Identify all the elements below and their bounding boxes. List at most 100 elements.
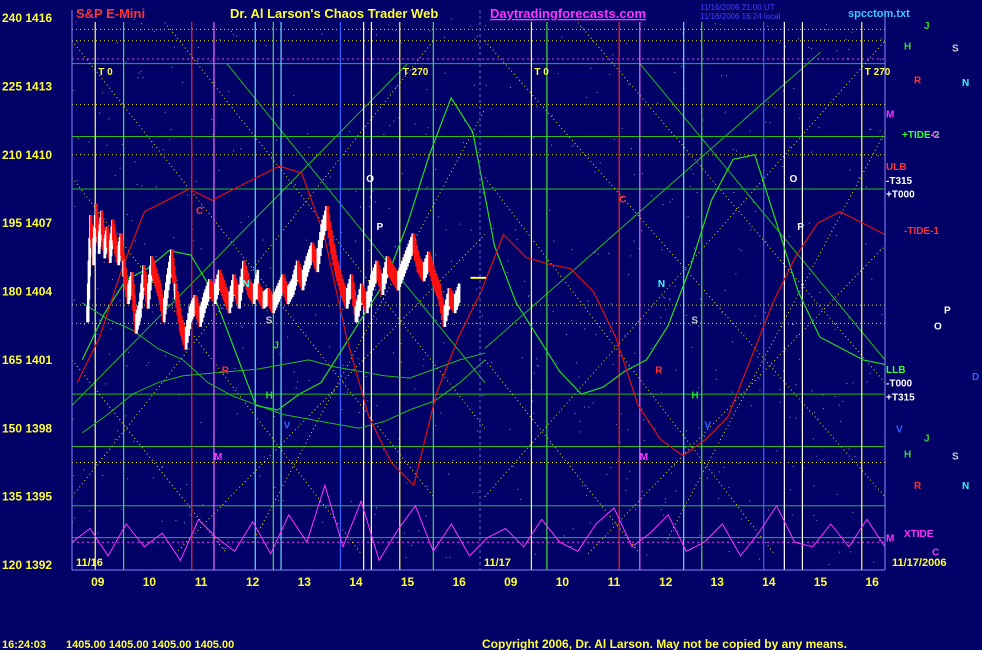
planet-annotation: O [790, 174, 798, 185]
star-dot [880, 249, 882, 251]
star-dot [536, 106, 538, 108]
star-dot [669, 201, 671, 203]
star-dot [200, 248, 202, 250]
star-dot [641, 173, 643, 175]
timestamp-ut: 11/16/2006 21:00 UT [700, 3, 775, 12]
star-dot [865, 243, 867, 245]
star-dot [176, 279, 178, 281]
star-dot [236, 35, 238, 37]
star-dot [735, 273, 737, 275]
star-dot [463, 142, 464, 143]
star-dot [330, 176, 331, 178]
star-dot [808, 222, 810, 224]
star-dot [848, 317, 850, 319]
star-dot [435, 168, 436, 170]
star-dot [276, 140, 277, 141]
star-dot [818, 127, 820, 129]
star-dot [845, 39, 847, 41]
star-dot [664, 297, 665, 299]
star-dot [586, 495, 588, 497]
star-dot [871, 278, 873, 280]
site-link[interactable]: Daytradingforecasts.com [490, 6, 646, 21]
instrument-label: S&P E-Mini [76, 6, 145, 21]
star-dot [610, 303, 612, 305]
star-dot [769, 122, 771, 124]
star-dot [736, 150, 737, 152]
star-dot [721, 75, 723, 76]
star-dot [196, 180, 197, 182]
star-dot [691, 346, 693, 348]
star-dot [685, 447, 686, 449]
star-dot [552, 310, 554, 312]
star-dot [581, 484, 583, 486]
star-dot [270, 152, 272, 154]
star-dot [574, 412, 576, 414]
star-dot [532, 400, 534, 402]
star-dot [578, 376, 580, 378]
planet-annotation: J [273, 340, 279, 351]
star-dot [463, 259, 465, 261]
star-dot [789, 146, 791, 148]
day2-date: 11/17 [484, 557, 511, 569]
star-dot [589, 522, 591, 524]
star-dot [726, 75, 728, 77]
star-dot [706, 477, 708, 479]
data-file-name: spcctom.txt [848, 8, 910, 20]
star-dot [293, 371, 295, 373]
star-dot [594, 171, 596, 173]
star-dot [269, 267, 271, 269]
x-axis-tick-label: 09 [91, 575, 105, 589]
star-dot [128, 351, 130, 353]
star-dot [750, 229, 752, 231]
star-dot [355, 190, 357, 192]
star-dot [97, 288, 99, 290]
planet-annotation: N [658, 279, 665, 290]
star-dot [779, 401, 781, 403]
star-dot [767, 25, 769, 27]
star-dot [236, 387, 238, 389]
star-dot [242, 347, 244, 349]
star-dot [779, 389, 781, 390]
star-dot [196, 60, 198, 62]
star-dot [161, 520, 163, 522]
star-dot [665, 309, 666, 311]
star-dot [792, 323, 794, 325]
star-dot [154, 30, 155, 32]
star-dot [184, 522, 185, 524]
star-dot [485, 84, 487, 86]
star-dot [533, 372, 535, 374]
star-dot [699, 535, 701, 537]
star-dot [144, 243, 146, 245]
star-dot [315, 314, 316, 316]
star-dot [848, 48, 850, 50]
star-dot [76, 180, 78, 182]
star-dot [828, 564, 830, 565]
star-dot [148, 362, 149, 364]
star-dot [721, 312, 723, 314]
star-dot [778, 42, 780, 44]
y-axis-tick-label: 150 1398 [2, 421, 52, 435]
star-dot [816, 455, 818, 457]
star-dot [619, 354, 621, 356]
planet-annotation: C [196, 206, 203, 217]
star-dot [586, 96, 588, 98]
star-dot [73, 90, 75, 92]
star-dot [576, 362, 578, 364]
star-dot [365, 376, 367, 377]
star-dot [634, 352, 636, 354]
star-dot [266, 543, 268, 545]
price-bar [457, 283, 461, 303]
star-dot [522, 357, 524, 358]
time-marker-label: T 0 [534, 67, 549, 78]
right-margin-label: N [962, 481, 969, 492]
star-dot [527, 296, 529, 298]
planet-annotation: P [797, 222, 804, 233]
star-dot [263, 456, 265, 458]
star-dot [307, 133, 309, 135]
star-dot [395, 86, 397, 88]
star-dot [536, 358, 538, 360]
star-dot [612, 54, 614, 56]
x-axis-tick-label: 13 [711, 575, 725, 589]
star-dot [131, 220, 133, 222]
star-dot [621, 127, 623, 129]
